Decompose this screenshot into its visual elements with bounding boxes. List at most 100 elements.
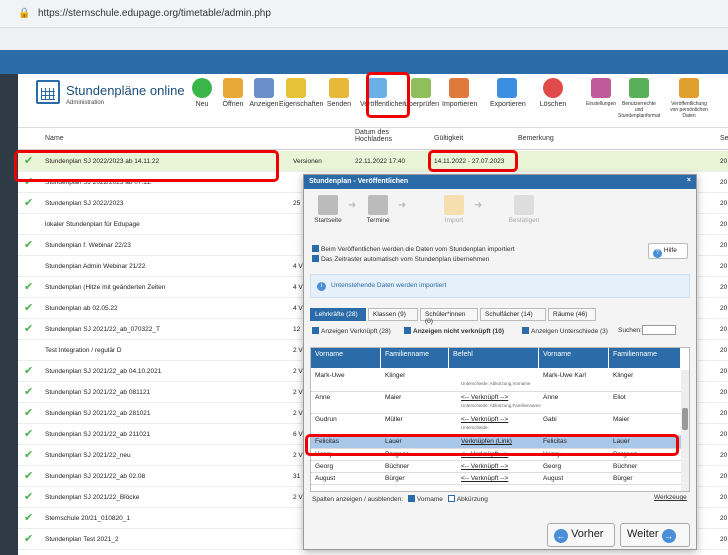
row-versions: 2 V: [293, 494, 303, 501]
row-s: 20: [720, 473, 728, 480]
row-versions: 4 V: [293, 305, 303, 312]
timetable-logo-icon: [36, 80, 60, 104]
step-bestätigen[interactable]: Bestätigen: [504, 195, 544, 224]
step-startseite[interactable]: Startseite: [308, 195, 348, 224]
next-button[interactable]: Weiter →: [620, 523, 690, 547]
next-label: Weiter: [627, 528, 659, 540]
row-name: Stundenplan SJ 2021/22_ab_070322_T: [45, 326, 160, 333]
anzeigen-button[interactable]: Anzeigen: [247, 78, 281, 108]
grid-familienname: Büchner: [385, 463, 410, 470]
tab-1[interactable]: Klassen (9): [368, 308, 418, 321]
grid-row[interactable]: Georg Büchner <-- Verknüpft --> Georg Büchne…: [311, 461, 681, 473]
table-header: Name Datum des Hochladens Gültigkeit Bem…: [18, 128, 728, 150]
row-datum: 22.11.2022 17:40: [355, 158, 406, 165]
search-label: Suchen:: [618, 327, 642, 334]
highlight-row: [14, 150, 279, 182]
help-label: Hilfe: [663, 247, 677, 254]
step-import[interactable]: Import: [434, 195, 474, 224]
col-bemerkung: Bemerkung: [518, 135, 554, 142]
toggle-vorname[interactable]: Vorname: [417, 496, 443, 503]
row-s: 20: [720, 452, 728, 459]
importieren-button[interactable]: Importieren: [442, 78, 477, 108]
step-termine[interactable]: Termine: [358, 195, 398, 224]
eigenschaften-button[interactable]: Eigenschaften: [279, 78, 323, 108]
tab-3[interactable]: Schulfächer (14): [480, 308, 546, 321]
toolbar-label: Veröffentlichung von persönlichen Daten: [670, 101, 708, 119]
close-icon[interactable]: ×: [687, 177, 691, 184]
arrow-right-icon: →: [661, 529, 676, 543]
grid-row[interactable]: Gudrun Müller <-- Verknüpft --> Unterschied…: [311, 414, 681, 436]
veröffentlichung-von-persönlichen-daten-button[interactable]: Veröffentlichung von persönlichen Daten: [668, 78, 710, 119]
row-name: Stundenplan f. Webinar 22/23: [45, 242, 131, 249]
plus-icon: [192, 78, 212, 98]
grid-befehl[interactable]: <-- Verknüpft -->: [461, 463, 508, 470]
toolbar-label: Exportieren: [490, 101, 526, 108]
grid-note: Unterschiede: Abkürzung,Vorname: [461, 381, 531, 386]
grid-familienname-2: Maier: [613, 416, 630, 423]
neu-button[interactable]: Neu: [185, 78, 219, 108]
tab-0[interactable]: Lehrkräfte (28): [310, 308, 366, 321]
löschen-button[interactable]: Löschen: [536, 78, 570, 108]
benutzerrechte-und-stundenplanformat-button[interactable]: Benutzerrechte und Stundenplanformat: [618, 78, 660, 119]
folder-icon: [223, 78, 243, 98]
row-s: 20: [720, 284, 728, 291]
check-icon: ✔: [24, 428, 34, 440]
grid-befehl[interactable]: <-- Verknüpft -->: [461, 416, 508, 423]
highlight-felicitas-row: [305, 434, 679, 456]
row-name: Stundenplan SJ 2021/22_Blöcke: [45, 494, 140, 501]
check-icon: ✔: [24, 281, 34, 293]
row-versions: 2 V: [293, 410, 303, 417]
filter-linked[interactable]: Anzeigen Verknüpft (28): [312, 327, 391, 335]
filter-unlinked[interactable]: Anzeigen nicht verknüpft (10): [404, 327, 504, 335]
help-button[interactable]: ? Hilfe: [648, 243, 688, 259]
row-name: Stundenplan SJ 2021/22_ab 281021: [45, 410, 151, 417]
app-subtitle: Administration: [66, 100, 105, 106]
tab-2[interactable]: Schüler*innen (0): [420, 308, 478, 325]
option-timegrid[interactable]: Das Zeitraster automatisch vom Stundenpl…: [312, 255, 489, 263]
filter-linked-label: Anzeigen Verknüpft (28): [321, 328, 391, 335]
row-versions: 12: [293, 326, 301, 333]
grid-row[interactable]: Anne Maier <-- Verknüpft --> Unterschiede: …: [311, 392, 681, 414]
toolbar-label: Löschen: [539, 101, 567, 108]
row-s: 20: [720, 389, 728, 396]
grid-scrollbar[interactable]: [681, 370, 689, 491]
grid-row[interactable]: August Bürger <-- Verknüpft --> August Bürge…: [311, 473, 681, 485]
key-icon: [679, 78, 699, 98]
tools-icon: [591, 78, 611, 98]
toolbar-label: Einstellungen: [585, 101, 617, 107]
row-versions: 2 V: [293, 452, 303, 459]
grid-vorname: August: [315, 475, 336, 482]
url-text[interactable]: https://sternschule.edupage.org/timetabl…: [38, 8, 271, 19]
previous-button[interactable]: ← Vorher: [547, 523, 615, 547]
row-s: 20: [720, 494, 728, 501]
row-name: Stundenplan ab 02.05.22: [45, 305, 118, 312]
row-s: 20: [720, 221, 728, 228]
option-import[interactable]: Beim Veröffentlichen werden die Daten vo…: [312, 245, 515, 253]
einstellungen-button[interactable]: Einstellungen: [580, 78, 622, 107]
browser-address-bar[interactable]: 🔒 https://sternschule.edupage.org/timeta…: [0, 0, 728, 28]
toggle-abkuerzung[interactable]: Abkürzung: [457, 496, 488, 503]
senden-button[interactable]: Senden: [322, 78, 356, 108]
search-input[interactable]: [642, 325, 676, 335]
filter-differences[interactable]: Anzeigen Unterschiede (3): [522, 327, 608, 335]
grid-row[interactable]: Mark-Uwe Klinger Unterschiede: Abkürzung,V…: [311, 370, 681, 392]
step-2-icon: [444, 195, 464, 215]
column-toggle-label: Spalten anzeigen / ausblenden:: [312, 496, 404, 503]
grid-befehl[interactable]: <-- Verknüpft -->: [461, 475, 508, 482]
check-icon: ✔: [24, 239, 34, 251]
grid-familienname-2: Büchner: [613, 463, 638, 470]
tools-link[interactable]: Werkzeuge: [654, 494, 687, 501]
tab-4[interactable]: Räume (46): [548, 308, 596, 321]
toolbar-label: Neu: [195, 101, 209, 108]
exportieren-button[interactable]: Exportieren: [490, 78, 526, 108]
row-name: Stundenplan Test 2021_2: [45, 536, 119, 543]
info-text: Untenstehende Daten werden importiert: [331, 282, 447, 289]
row-s: 20: [720, 242, 728, 249]
grid-vorname-2: Gabi: [543, 416, 557, 423]
grid-befehl[interactable]: <-- Verknüpft -->: [461, 394, 508, 401]
row-name: lokaler Stundenplan für Edupage: [45, 221, 140, 228]
grid-vorname: Mark-Uwe: [315, 372, 345, 379]
öffnen-button[interactable]: Öffnen: [216, 78, 250, 108]
step-label: Bestätigen: [508, 217, 540, 224]
row-s: 20: [720, 347, 728, 354]
